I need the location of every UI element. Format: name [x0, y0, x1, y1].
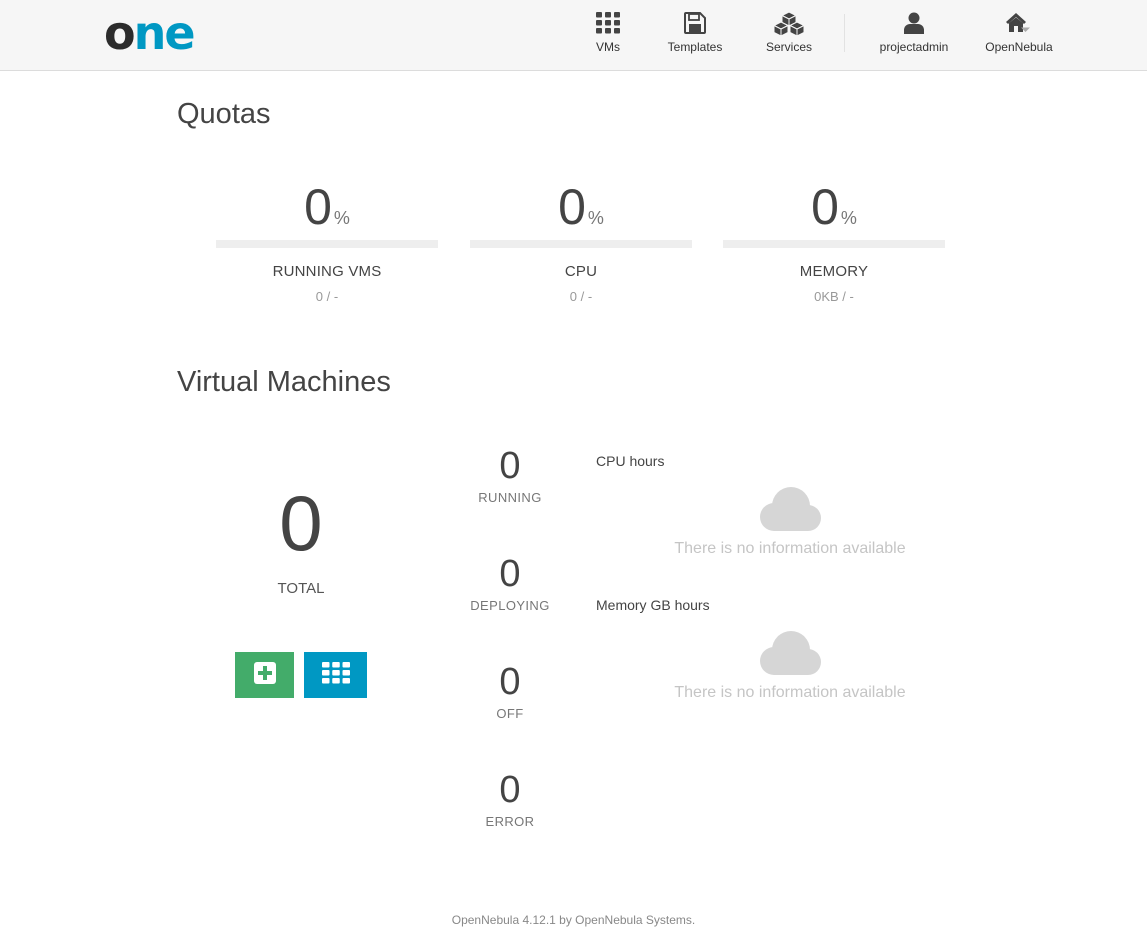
quota-label: RUNNING VMS: [272, 263, 382, 280]
quota-percent-value: 0: [558, 179, 586, 235]
vm-state-count: 0: [499, 769, 521, 811]
quota-percent: 0%: [723, 176, 945, 238]
top-bar: one VMs Templates Services projectadmin …: [0, 0, 1147, 71]
nav-services[interactable]: Services: [760, 12, 818, 62]
nav-vms[interactable]: VMs: [583, 12, 633, 62]
quota-percent-unit: %: [587, 208, 604, 228]
floppy-save-icon: [660, 12, 730, 36]
vm-state-count: 0: [499, 445, 521, 487]
vm-total: 0 TOTAL: [236, 478, 366, 597]
cubes-icon: [760, 12, 818, 36]
quota-percent-value: 0: [304, 179, 332, 235]
nav-vms-label: VMs: [596, 40, 620, 54]
user-icon: [872, 12, 956, 36]
cpu-hours-empty-state: There is no information available: [640, 484, 940, 558]
logo-text-ne: ne: [133, 6, 196, 60]
quota-percent-unit: %: [333, 208, 350, 228]
nav-user-menu[interactable]: projectadmin: [872, 12, 956, 62]
no-info-text: There is no information available: [674, 540, 906, 557]
vm-state-label: OFF: [496, 706, 524, 721]
quota-memory: 0% MEMORY 0KB / -: [723, 176, 945, 304]
cloud-icon: [640, 484, 940, 534]
plus-square-icon: [253, 661, 276, 689]
list-vms-button[interactable]: [304, 652, 367, 698]
nav-templates[interactable]: Templates: [660, 12, 730, 62]
nav-zone-label: OpenNebula: [985, 40, 1053, 54]
vm-state-label: DEPLOYING: [470, 598, 550, 613]
vm-state-count: 0: [499, 553, 521, 595]
quota-label: CPU: [564, 263, 598, 280]
quota-usage: 0 / -: [315, 289, 339, 304]
quota-percent-value: 0: [811, 179, 839, 235]
vm-state-running: 0 RUNNING: [460, 444, 560, 505]
vm-state-error: 0 ERROR: [460, 768, 560, 829]
vm-state-deploying: 0 DEPLOYING: [460, 552, 560, 613]
vm-state-count: 0: [499, 661, 521, 703]
quota-percent-unit: %: [840, 208, 857, 228]
quota-usage: 0 / -: [569, 289, 593, 304]
vm-state-label: ERROR: [485, 814, 535, 829]
quota-percent: 0%: [470, 176, 692, 238]
vm-state-label: RUNNING: [478, 490, 542, 505]
quota-progress-bar: [470, 240, 692, 248]
logo-text-o: o: [104, 6, 136, 60]
create-vm-button[interactable]: [235, 652, 294, 698]
vm-state-off: 0 OFF: [460, 660, 560, 721]
cpu-hours-title: CPU hours: [596, 453, 665, 469]
quota-cpu: 0% CPU 0 / -: [470, 176, 692, 304]
quota-progress-bar: [216, 240, 438, 248]
quota-percent: 0%: [216, 176, 438, 238]
nav-templates-label: Templates: [667, 40, 723, 54]
cloud-icon: [640, 628, 940, 678]
memory-gb-hours-title: Memory GB hours: [596, 597, 710, 613]
nav-zone-menu[interactable]: OpenNebula: [979, 12, 1059, 62]
opennebula-logo[interactable]: one: [104, 10, 196, 56]
th-grid-icon: [583, 12, 633, 36]
footer-text: OpenNebula 4.12.1 by OpenNebula Systems.: [451, 913, 696, 927]
vm-total-label: TOTAL: [277, 580, 325, 597]
quota-label: MEMORY: [799, 263, 869, 280]
quota-progress-bar: [723, 240, 945, 248]
home-icon: [979, 12, 1059, 36]
quotas-title: Quotas: [177, 98, 271, 130]
th-grid-icon: [321, 661, 350, 689]
quota-running-vms: 0% RUNNING VMS 0 / -: [216, 176, 438, 304]
quota-usage: 0KB / -: [814, 289, 854, 304]
nav-divider: [844, 14, 845, 52]
nav-services-label: Services: [765, 40, 812, 54]
no-info-text: There is no information available: [674, 684, 906, 701]
nav-user-label: projectadmin: [879, 40, 949, 54]
memory-gb-hours-empty-state: There is no information available: [640, 628, 940, 702]
vm-total-count: 0: [279, 479, 323, 567]
virtual-machines-title: Virtual Machines: [177, 366, 391, 398]
